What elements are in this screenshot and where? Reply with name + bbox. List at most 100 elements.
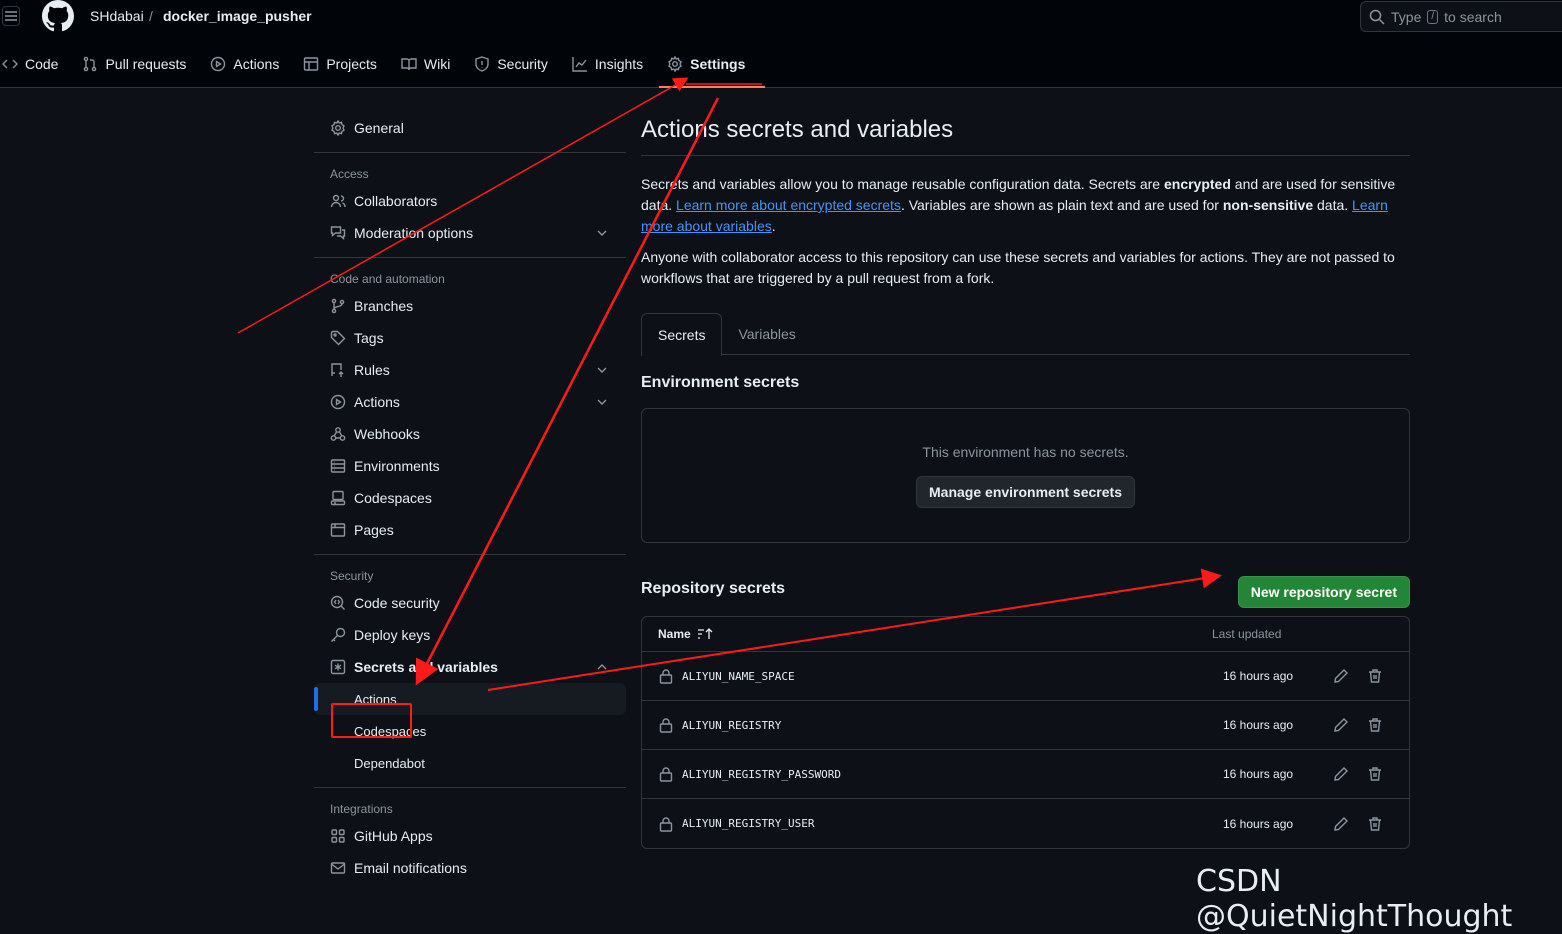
tab-wiki[interactable]: Wiki [401, 48, 462, 80]
manage-environment-secrets-button[interactable]: Manage environment secrets [916, 476, 1135, 508]
secret-name-label: ALIYUN_REGISTRY_PASSWORD [682, 767, 841, 781]
intro-text-part: data. [1313, 197, 1353, 213]
sidebar-item-collaborators[interactable]: Collaborators [314, 185, 626, 217]
settings-sidebar: General Access Collaborators Moderation … [314, 112, 626, 884]
sidebar-item-branches[interactable]: Branches [314, 290, 626, 322]
intro-bold-encrypted: encrypted [1163, 176, 1231, 192]
tab-secrets[interactable]: Secrets [641, 313, 723, 356]
sidebar-item-environments[interactable]: Environments [314, 450, 626, 482]
secret-name: ALIYUN_REGISTRY [658, 717, 1223, 733]
breadcrumb-owner[interactable]: SHdabai [90, 8, 144, 24]
table-row: ALIYUN_REGISTRY_PASSWORD 16 hours ago [642, 750, 1409, 799]
tab-label: Code [25, 56, 59, 72]
graph-icon [572, 57, 587, 72]
key-asterisk-icon [330, 659, 346, 675]
secret-updated: 16 hours ago [1223, 816, 1294, 831]
sidebar-item-github-apps[interactable]: GitHub Apps [314, 820, 626, 852]
sidebar-group-integrations: Integrations [330, 802, 393, 816]
tab-settings[interactable]: Settings [659, 48, 766, 88]
play-icon [211, 56, 226, 72]
intro-text-part: . Variables are shown as plain text and … [900, 197, 1223, 213]
repository-secrets-header: Repository secrets New repository secret [641, 576, 1410, 608]
annotation-highlight-box [331, 703, 412, 738]
menu-icon[interactable] [2, 6, 20, 26]
sidebar-item-webhooks[interactable]: Webhooks [314, 418, 626, 450]
sidebar-item-email-notifications[interactable]: Email notifications [314, 852, 626, 884]
trash-icon[interactable] [1367, 816, 1383, 832]
sidebar-item-secrets-variables[interactable]: Secrets and variables [314, 651, 626, 683]
new-repository-secret-button[interactable]: New repository secret [1237, 576, 1410, 608]
trash-icon[interactable] [1367, 668, 1383, 684]
column-name-label: Name [658, 627, 691, 641]
row-actions [1333, 766, 1393, 782]
sidebar-item-pages[interactable]: Pages [314, 514, 626, 546]
play-icon [330, 394, 346, 410]
sidebar-item-tags[interactable]: Tags [314, 322, 626, 354]
sidebar-subitem-dependabot[interactable]: Dependabot [314, 747, 626, 779]
sidebar-item-codespaces[interactable]: Codespaces [314, 482, 626, 514]
secret-name-label: ALIYUN_REGISTRY_USER [682, 817, 815, 830]
pencil-icon[interactable] [1333, 668, 1349, 684]
secrets-table: Name Last updated ALIYUN_NAME_SPACE 16 ho… [641, 616, 1410, 849]
code-icon [2, 59, 18, 69]
sidebar-item-label: Deploy keys [354, 627, 431, 643]
gear-icon [331, 120, 345, 136]
secret-name: ALIYUN_NAME_SPACE [658, 668, 1223, 684]
pencil-icon[interactable] [1333, 816, 1349, 832]
row-actions [1333, 668, 1393, 684]
tab-insights[interactable]: Insights [572, 48, 655, 80]
sidebar-item-deploy-keys[interactable]: Deploy keys [314, 619, 626, 651]
sidebar-item-label: Code security [354, 595, 440, 611]
search-placeholder-before: Type [1391, 8, 1422, 25]
tab-security[interactable]: Security [474, 48, 560, 80]
search-input[interactable]: Type / to search [1360, 1, 1562, 32]
lock-icon [659, 767, 673, 782]
divider [314, 787, 626, 788]
pencil-icon[interactable] [1333, 766, 1349, 782]
secret-name: ALIYUN_REGISTRY_USER [658, 816, 1223, 832]
sidebar-item-rules[interactable]: Rules [314, 354, 626, 386]
page-title: Actions secrets and variables [641, 112, 1410, 156]
codespaces-icon [330, 490, 346, 506]
environment-secrets-box: This environment has no secrets. Manage … [641, 408, 1410, 543]
sidebar-item-actions[interactable]: Actions [314, 386, 626, 418]
chevron-down-icon[interactable] [594, 362, 610, 378]
tab-label: Settings [690, 56, 746, 72]
watermark: CSDN @QuietNightThought [1196, 864, 1513, 934]
search-placeholder-after: to search [1444, 8, 1502, 25]
sidebar-item-code-security[interactable]: Code security [314, 587, 626, 619]
trash-icon[interactable] [1367, 766, 1383, 782]
breadcrumb-repo[interactable]: docker_image_pusher [163, 8, 312, 24]
pencil-icon[interactable] [1333, 717, 1349, 733]
apps-icon [331, 829, 345, 843]
sidebar-item-label: Pages [354, 522, 394, 538]
github-logo-icon[interactable] [42, 0, 74, 32]
tab-actions[interactable]: Actions [210, 48, 291, 80]
column-name[interactable]: Name [658, 627, 1212, 641]
tab-variables[interactable]: Variables [722, 313, 811, 355]
trash-icon[interactable] [1367, 717, 1383, 733]
tab-projects[interactable]: Projects [303, 48, 389, 80]
sidebar-item-label: Branches [354, 298, 414, 314]
sort-icon[interactable] [697, 627, 713, 641]
browser-icon [330, 523, 346, 537]
secret-updated: 16 hours ago [1223, 718, 1294, 732]
chevron-down-icon[interactable] [594, 225, 610, 241]
secret-name-label: ALIYUN_REGISTRY [682, 718, 782, 732]
sidebar-item-general[interactable]: General [314, 112, 626, 144]
access-note: Anyone with collaborator access to this … [641, 249, 1395, 286]
sidebar-group-access: Access [330, 167, 369, 181]
learn-more-secrets-link[interactable]: Learn more about encrypted secrets [676, 197, 901, 213]
tab-code[interactable]: Code [2, 48, 70, 80]
intro-text-part: . [771, 218, 776, 234]
environment-secrets-heading: Environment secrets [641, 374, 800, 391]
tab-pull-requests[interactable]: Pull requests [82, 48, 198, 80]
book-icon [401, 58, 417, 71]
codescan-icon [330, 595, 345, 610]
sidebar-item-moderation[interactable]: Moderation options [314, 217, 626, 249]
lock-icon [659, 669, 673, 684]
top-bar: SHdabai / docker_image_pusher Type / to … [0, 0, 1562, 88]
chevron-up-icon[interactable] [594, 659, 610, 675]
sidebar-item-label: General [354, 120, 404, 136]
chevron-down-icon[interactable] [594, 394, 610, 410]
